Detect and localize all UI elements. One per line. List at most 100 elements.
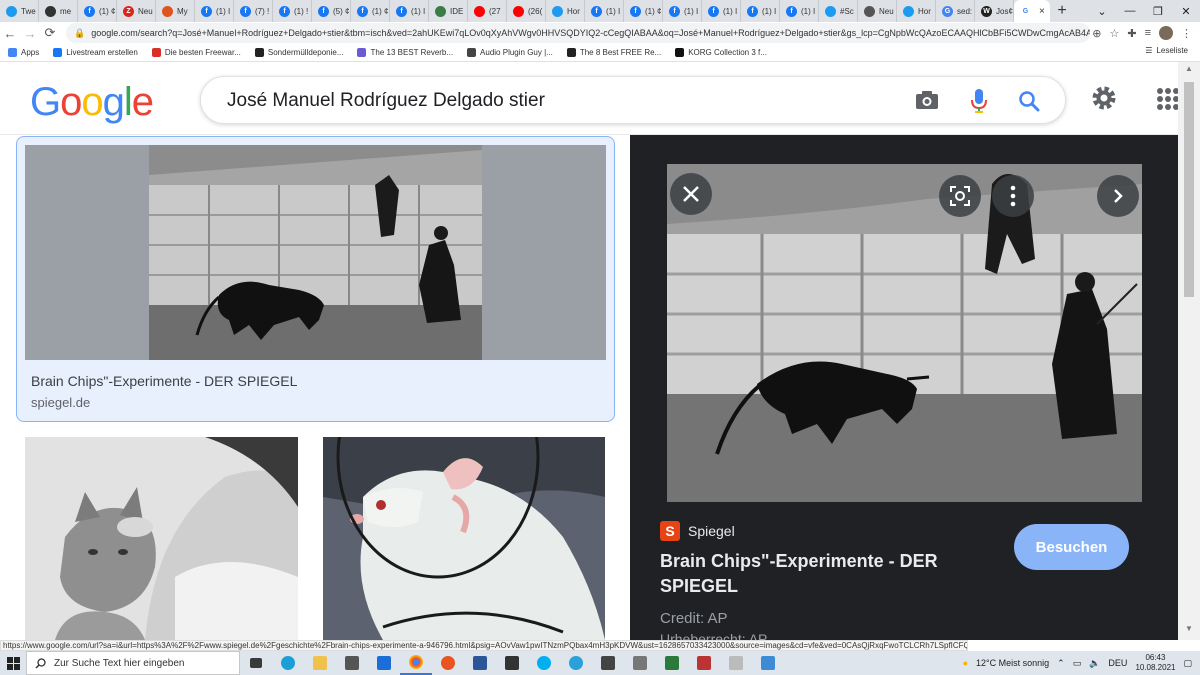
live-app-icon[interactable]: [496, 651, 528, 675]
browser-tab[interactable]: Gsed:: [936, 0, 975, 22]
result-image-cat[interactable]: [25, 437, 298, 640]
search-input[interactable]: José Manuel Rodríguez Delgado stier: [227, 90, 545, 112]
browser-tab[interactable]: f (1) I: [195, 0, 234, 22]
calculator-icon[interactable]: [592, 651, 624, 675]
browser-tab[interactable]: W Jos¢: [975, 0, 1014, 22]
maximize-button[interactable]: ❐: [1144, 0, 1172, 22]
camera-icon[interactable]: [915, 90, 939, 110]
browser-tab[interactable]: IDE: [429, 0, 468, 22]
browser-tab[interactable]: #Sc: [819, 0, 858, 22]
bookmark-item[interactable]: Sondermülldeponie...: [254, 48, 343, 57]
browser-tab[interactable]: f (1) ¢: [624, 0, 663, 22]
more-options-button[interactable]: [992, 175, 1034, 217]
browser-tab[interactable]: Twe: [0, 0, 39, 22]
browser-tab[interactable]: me: [39, 0, 78, 22]
address-bar[interactable]: 🔒 google.com/search?q=José+Manuel+Rodríg…: [66, 23, 1090, 43]
selected-result-card[interactable]: Brain Chips"-Experimente - DER SPIEGEL s…: [16, 136, 615, 422]
app-icon-3[interactable]: [688, 651, 720, 675]
chrome-icon[interactable]: [400, 651, 432, 675]
preview-image[interactable]: [667, 164, 1142, 502]
bookmark-item[interactable]: The 13 BEST Reverb...: [357, 48, 453, 57]
taskbar-search[interactable]: Zur Suche Text hier eingeben: [26, 651, 240, 675]
browser-tab[interactable]: f (1) ¢: [78, 0, 117, 22]
preview-title[interactable]: Brain Chips"-Experimente - DER SPIEGEL: [660, 549, 990, 599]
browser-tab[interactable]: f (7) !: [234, 0, 273, 22]
language-indicator[interactable]: DEU: [1108, 658, 1127, 668]
browser-tab[interactable]: Hor: [897, 0, 936, 22]
bookmark-item[interactable]: Die besten Freewar...: [151, 48, 241, 57]
bookmark-item[interactable]: Audio Plugin Guy |...: [467, 48, 553, 57]
mail-icon[interactable]: [368, 651, 400, 675]
tab-search-icon[interactable]: ⌄: [1088, 0, 1116, 22]
bookmark-item[interactable]: KORG Collection 3 f...: [675, 48, 767, 57]
extensions-icon[interactable]: ✚: [1127, 27, 1136, 40]
back-button[interactable]: ←: [0, 22, 20, 44]
next-image-button[interactable]: [1097, 175, 1139, 217]
network-icon[interactable]: ▭: [1073, 658, 1082, 669]
browser-tab[interactable]: f (1) I: [780, 0, 819, 22]
browser-tab[interactable]: f (1) !: [273, 0, 312, 22]
app-icon-4[interactable]: [720, 651, 752, 675]
close-preview-button[interactable]: [670, 173, 712, 215]
app-icon-1[interactable]: [624, 651, 656, 675]
browser-tab[interactable]: f (1) I: [741, 0, 780, 22]
bookmark-star-icon[interactable]: ☆: [1109, 27, 1119, 40]
start-button[interactable]: [0, 651, 26, 675]
menu-icon[interactable]: ⋮: [1181, 27, 1192, 40]
close-tab-icon[interactable]: ×: [1039, 6, 1045, 17]
clock[interactable]: 06:43 10.08.2021: [1135, 653, 1175, 673]
store-icon[interactable]: [336, 651, 368, 675]
word-icon[interactable]: [464, 651, 496, 675]
weather-text[interactable]: 12°C Meist sonnig: [976, 658, 1049, 668]
visit-button[interactable]: Besuchen: [1014, 524, 1129, 570]
browser-tab[interactable]: Z Neu: [117, 0, 156, 22]
app-icon-5[interactable]: [752, 651, 784, 675]
microphone-icon[interactable]: [971, 88, 987, 114]
bookmark-item[interactable]: Livestream erstellen: [53, 48, 138, 57]
scroll-down-arrow-icon[interactable]: ▼: [1178, 624, 1200, 638]
notification-icon[interactable]: ▢: [1183, 658, 1192, 669]
skype-icon[interactable]: [528, 651, 560, 675]
close-window-button[interactable]: ✕: [1172, 0, 1200, 22]
zoom-icon[interactable]: ⊕: [1092, 27, 1101, 40]
result-image-bull[interactable]: [25, 145, 606, 360]
forward-button[interactable]: →: [20, 22, 40, 44]
source-row[interactable]: S Spiegel: [660, 521, 735, 541]
settings-gear-icon[interactable]: [1090, 84, 1118, 112]
browser-tab[interactable]: f (1) ¢: [351, 0, 390, 22]
browser-tab[interactable]: (27: [468, 0, 507, 22]
search-box[interactable]: José Manuel Rodríguez Delgado stier: [200, 76, 1066, 124]
browser-tab[interactable]: f (5) ¢: [312, 0, 351, 22]
result-title[interactable]: Brain Chips"-Experimente - DER SPIEGEL: [31, 373, 297, 389]
volume-icon[interactable]: 🔈: [1089, 658, 1100, 669]
google-lens-button[interactable]: [939, 175, 981, 217]
profile-avatar[interactable]: [1159, 26, 1173, 40]
browser-tab[interactable]: (26(: [507, 0, 546, 22]
browser-tab[interactable]: f (1) I: [663, 0, 702, 22]
tray-chevron-icon[interactable]: ⌃: [1057, 658, 1065, 669]
app-icon-2[interactable]: [656, 651, 688, 675]
scrollbar-thumb[interactable]: [1184, 82, 1194, 297]
file-explorer-icon[interactable]: [304, 651, 336, 675]
browser-tab[interactable]: My: [156, 0, 195, 22]
result-image-rat[interactable]: [323, 437, 605, 640]
bookmark-item[interactable]: The 8 Best FREE Re...: [566, 48, 661, 57]
browser-tab[interactable]: f (1) I: [702, 0, 741, 22]
browser-tab[interactable]: f (1) I: [390, 0, 429, 22]
browser-tab[interactable]: Neu: [858, 0, 897, 22]
new-tab-button[interactable]: +: [1050, 0, 1074, 22]
scroll-up-arrow-icon[interactable]: ▲: [1178, 64, 1200, 78]
telegram-icon[interactable]: [560, 651, 592, 675]
minimize-button[interactable]: —: [1116, 0, 1144, 22]
google-apps-icon[interactable]: [1157, 88, 1179, 110]
edge-icon[interactable]: [272, 651, 304, 675]
google-logo[interactable]: Google: [30, 80, 154, 125]
reading-list[interactable]: ☰ Leseliste: [1145, 46, 1188, 55]
task-view-icon[interactable]: [240, 651, 272, 675]
page-scrollbar[interactable]: ▲ ▼: [1178, 62, 1200, 640]
bookmark-item[interactable]: Apps: [8, 48, 39, 57]
orange-app-icon[interactable]: [432, 651, 464, 675]
tab-active[interactable]: G ×: [1014, 0, 1050, 22]
reload-button[interactable]: ⟳: [40, 22, 60, 44]
browser-tab[interactable]: Hor: [546, 0, 585, 22]
